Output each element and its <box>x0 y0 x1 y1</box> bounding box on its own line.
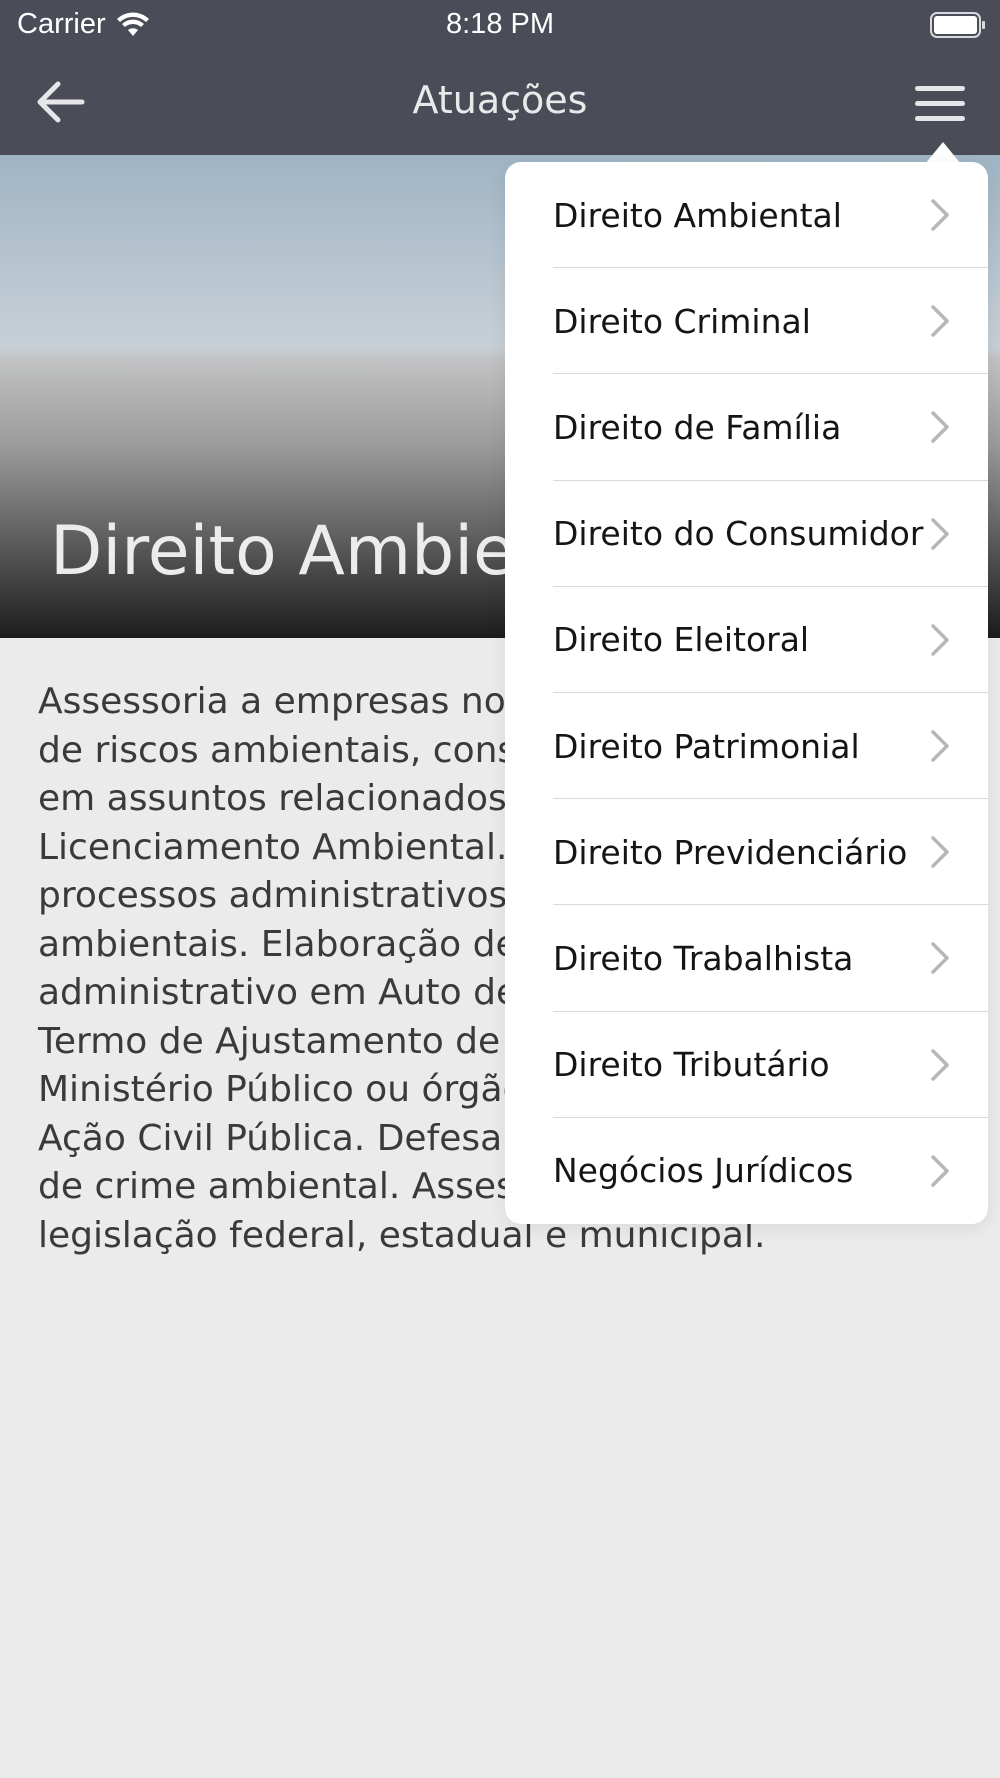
menu-item-direito-do-consumidor[interactable]: Direito do Consumidor <box>505 481 988 587</box>
arrow-left-icon <box>37 81 85 123</box>
menu-item-label: Direito Patrimonial <box>553 726 860 766</box>
menu-item-label: Direito Previdenciário <box>553 832 908 872</box>
menu-item-direito-eleitoral[interactable]: Direito Eleitoral <box>505 587 988 694</box>
carrier-indicator: Carrier <box>17 8 150 41</box>
practice-areas-menu: Direito Ambiental Direito Criminal Direi… <box>505 162 988 1224</box>
menu-item-direito-criminal[interactable]: Direito Criminal <box>505 268 988 375</box>
app-screen: Carrier 8:18 PM Atuações Direito Ambient… <box>0 0 1000 1778</box>
wifi-icon <box>116 12 149 36</box>
chevron-right-icon <box>931 1154 949 1187</box>
menu-item-direito-de-familia[interactable]: Direito de Família <box>505 374 988 481</box>
chevron-right-icon <box>931 836 949 868</box>
hamburger-menu-icon <box>915 86 965 121</box>
menu-item-label: Direito do Consumidor <box>553 514 924 554</box>
menu-item-direito-previdenciario[interactable]: Direito Previdenciário <box>505 799 988 906</box>
back-button[interactable] <box>30 74 90 130</box>
chevron-right-icon <box>931 730 949 762</box>
menu-item-label: Direito Eleitoral <box>553 620 810 660</box>
menu-item-direito-tributario[interactable]: Direito Tributário <box>505 1012 988 1118</box>
navigation-bar: Atuações <box>0 52 1000 155</box>
chevron-right-icon <box>931 199 949 231</box>
page-title: Atuações <box>412 78 588 122</box>
dropdown-pointer <box>925 142 961 164</box>
menu-item-label: Direito Trabalhista <box>553 938 854 978</box>
menu-button[interactable] <box>908 76 972 132</box>
status-bar: Carrier 8:18 PM <box>0 0 1000 52</box>
menu-item-label: Direito de Família <box>553 407 842 447</box>
menu-item-direito-trabalhista[interactable]: Direito Trabalhista <box>505 905 988 1012</box>
menu-item-label: Negócios Jurídicos <box>553 1151 854 1191</box>
chevron-right-icon <box>931 942 949 975</box>
menu-item-label: Direito Tributário <box>553 1045 830 1085</box>
chevron-right-icon <box>931 411 949 444</box>
menu-item-direito-patrimonial[interactable]: Direito Patrimonial <box>505 693 988 800</box>
battery-icon <box>930 12 985 38</box>
chevron-right-icon <box>931 624 949 656</box>
menu-item-label: Direito Ambiental <box>553 195 842 235</box>
menu-item-negocios-juridicos[interactable]: Negócios Jurídicos <box>505 1118 988 1224</box>
menu-item-direito-ambiental[interactable]: Direito Ambiental <box>505 162 988 269</box>
chevron-right-icon <box>931 1048 949 1081</box>
status-time: 8:18 PM <box>446 8 554 40</box>
chevron-right-icon <box>931 305 949 337</box>
chevron-right-icon <box>931 517 949 550</box>
carrier-label: Carrier <box>17 8 106 40</box>
menu-item-label: Direito Criminal <box>553 301 811 341</box>
